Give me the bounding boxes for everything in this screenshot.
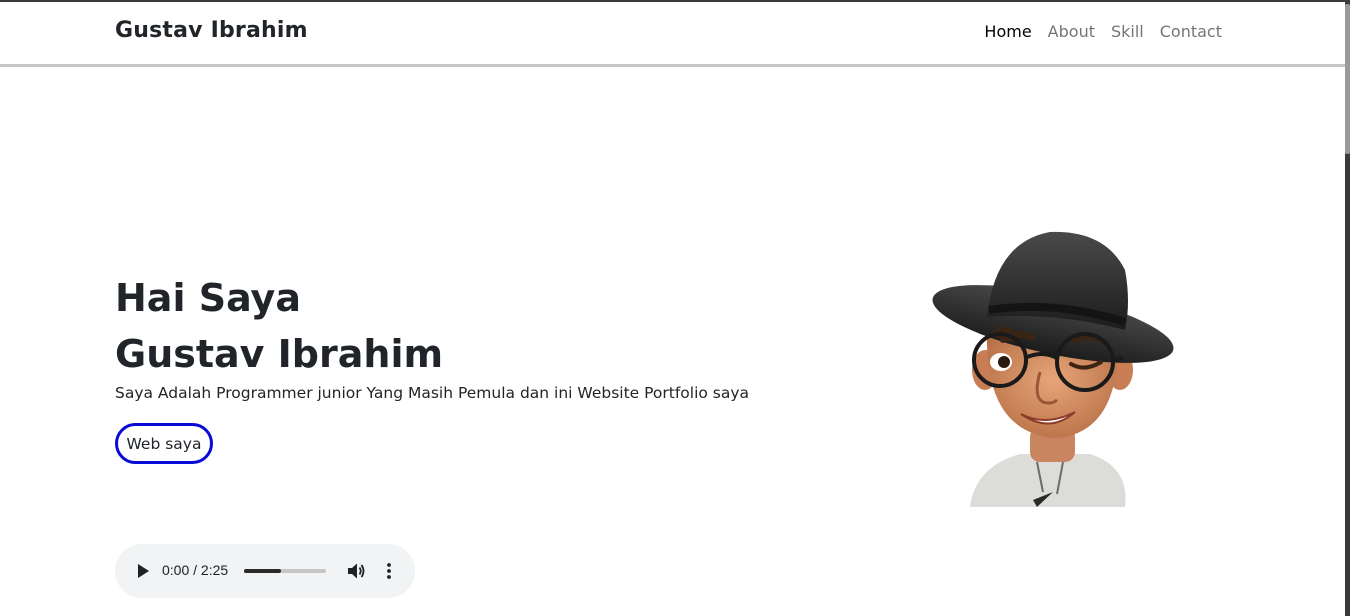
- more-vertical-icon[interactable]: [381, 562, 397, 580]
- audio-seek-bar[interactable]: [244, 569, 326, 573]
- audio-player: 0:00 / 2:25: [115, 544, 415, 598]
- navbar-brand[interactable]: Gustav Ibrahim: [115, 18, 308, 43]
- audio-time-display: 0:00 / 2:25: [162, 562, 229, 578]
- nav-link-home[interactable]: Home: [984, 22, 1031, 41]
- hero-title-line2: Gustav Ibrahim: [115, 332, 444, 376]
- nav-link-skill[interactable]: Skill: [1111, 22, 1144, 41]
- web-saya-button[interactable]: Web saya: [115, 423, 213, 464]
- nav-link-contact[interactable]: Contact: [1160, 22, 1222, 41]
- hero-description: Saya Adalah Programmer junior Yang Masih…: [115, 384, 750, 402]
- hero-title-line1: Hai Saya: [115, 276, 301, 320]
- nav-link-about[interactable]: About: [1048, 22, 1095, 41]
- scrollbar-thumb[interactable]: [1345, 4, 1350, 154]
- memoji-avatar-icon: [932, 231, 1174, 507]
- nav-links: Home About Skill Contact: [984, 22, 1222, 41]
- hero-title: Hai Saya Gustav Ibrahim: [115, 270, 443, 382]
- play-icon[interactable]: [135, 562, 151, 580]
- volume-icon[interactable]: [347, 562, 365, 580]
- navbar: Gustav Ibrahim Home About Skill Contact: [0, 2, 1345, 67]
- audio-seek-progress: [244, 569, 281, 573]
- avatar-image: [925, 222, 1185, 512]
